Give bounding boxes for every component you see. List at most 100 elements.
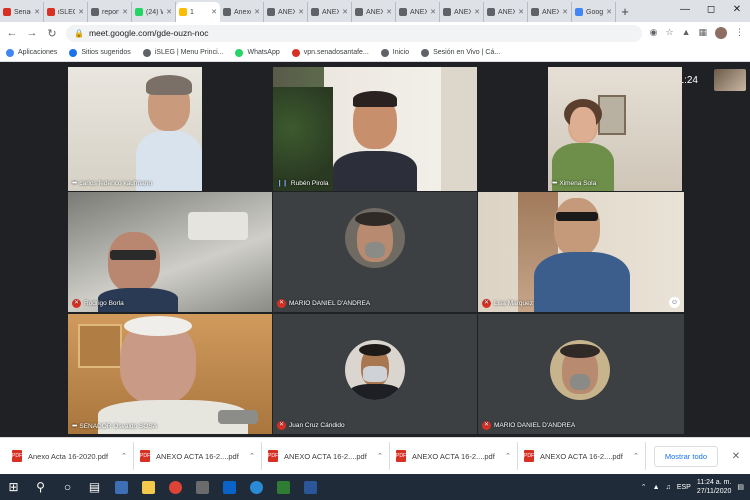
browser-tab[interactable]: ANEXO✕ [264, 2, 308, 22]
taskbar-clock[interactable]: 11:24 a. m. 27/11/2020 [697, 478, 732, 496]
bookmark-item[interactable]: Sesión en Vivo | Cá... [421, 48, 500, 57]
chevron-up-icon[interactable]: ⌃ [505, 452, 511, 460]
browser-tab-strip: Senado✕iSLEG✕report✕(24) W✕1✕Anexo✕ANEXO… [0, 0, 750, 22]
participant-tile[interactable]: ••• SENADOR Osvaldo SOSA [68, 314, 272, 434]
task-view-icon[interactable]: ▤ [81, 474, 108, 500]
browser-tab[interactable]: iSLEG✕ [44, 2, 88, 22]
participant-tile[interactable]: ✕ Lisa Marquez ☺ [478, 192, 684, 312]
tab-close-icon[interactable]: ✕ [211, 8, 217, 16]
self-view-thumbnail[interactable] [714, 69, 746, 91]
tab-close-icon[interactable]: ✕ [518, 8, 524, 16]
bookmark-item[interactable]: vpn.senadosantafe... [291, 48, 369, 57]
chevron-up-icon[interactable]: ⌃ [249, 452, 255, 460]
bookmark-item[interactable]: iSLEG | Menu Princi... [142, 48, 223, 57]
mail-icon[interactable] [216, 474, 243, 500]
browser-tab[interactable]: ANEXO✕ [484, 2, 528, 22]
download-item[interactable]: PDF Anexo Acta 16-2020.pdf ⌃ [6, 442, 134, 470]
show-all-downloads-button[interactable]: Mostrar todo [653, 445, 718, 467]
word-icon[interactable] [297, 474, 324, 500]
participant-tile[interactable]: ✕ Rodrigo Borla [68, 192, 272, 312]
pin-icon[interactable]: ☺ [669, 297, 680, 308]
participant-tile[interactable]: ••• Ximena Sola [548, 67, 682, 191]
reload-icon[interactable]: ↻ [46, 27, 58, 40]
bookmark-star-icon[interactable]: ☆ [665, 27, 673, 39]
participant-tile[interactable]: ✕ Juan Cruz Cándido [273, 314, 477, 434]
volume-icon[interactable]: ♫ [666, 484, 671, 491]
windows-start-icon[interactable]: ⊞ [0, 474, 27, 500]
camera-icon[interactable]: ◉ [650, 27, 658, 39]
tab-close-icon[interactable]: ✕ [34, 8, 40, 16]
tab-label: ANEXO [322, 8, 339, 16]
bookmark-item[interactable]: Inicio [380, 48, 409, 57]
notifications-icon[interactable]: ▤ [737, 483, 744, 491]
maximize-icon[interactable]: ◻ [698, 0, 724, 22]
minimize-icon[interactable]: — [672, 0, 698, 22]
profile-avatar[interactable] [715, 27, 727, 39]
tab-favicon-icon [3, 8, 11, 16]
browser-tab[interactable]: Anexo✕ [220, 2, 264, 22]
bookmark-item[interactable]: Sitios sugeridos [69, 48, 131, 57]
download-item[interactable]: PDF ANEXO ACTA 16-2....pdf ⌃ [390, 442, 518, 470]
tab-close-icon[interactable]: ✕ [122, 8, 128, 16]
extension-icon[interactable]: ▲ [682, 27, 691, 39]
tab-close-icon[interactable]: ✕ [254, 8, 260, 16]
chrome-icon[interactable] [162, 474, 189, 500]
calculator-icon[interactable] [189, 474, 216, 500]
store-icon[interactable] [108, 474, 135, 500]
muted-mic-icon: ✕ [482, 421, 491, 430]
back-icon[interactable]: ← [6, 27, 18, 39]
edge-icon[interactable] [243, 474, 270, 500]
tab-close-icon[interactable]: ✕ [166, 8, 172, 16]
chevron-up-icon[interactable]: ⌃ [377, 452, 383, 460]
address-bar[interactable]: 🔒 meet.google.com/gde-ouzn-noc [66, 24, 642, 42]
browser-tab[interactable]: ANEXO✕ [352, 2, 396, 22]
more-options-icon[interactable]: ••• [72, 180, 77, 187]
browser-tab[interactable]: Senado✕ [0, 2, 44, 22]
download-item[interactable]: PDF ANEXO ACTA 16-2....pdf ⌃ [262, 442, 390, 470]
tab-close-icon[interactable]: ✕ [298, 8, 304, 16]
browser-tab[interactable]: ANEXO✕ [308, 2, 352, 22]
puzzle-icon[interactable]: ▦ [698, 27, 707, 39]
download-item[interactable]: PDF ANEXO ACTA 16-2....pdf ⌃ [134, 442, 262, 470]
chevron-up-icon[interactable]: ⌃ [121, 452, 127, 460]
new-tab-button[interactable]: + [616, 2, 634, 22]
chevron-up-icon[interactable]: ⌃ [633, 452, 639, 460]
chevron-up-icon[interactable]: ⌃ [641, 483, 647, 491]
close-icon[interactable]: ✕ [728, 451, 744, 462]
participant-tile[interactable]: ••• carlos federico kaufmann [68, 67, 202, 191]
participant-avatar [345, 208, 405, 268]
language-indicator[interactable]: ESP [677, 484, 691, 491]
bookmark-favicon-icon [291, 48, 300, 57]
file-explorer-icon[interactable] [135, 474, 162, 500]
more-options-icon[interactable]: ••• [552, 180, 557, 187]
browser-tab[interactable]: ANEXO✕ [528, 2, 572, 22]
tab-close-icon[interactable]: ✕ [606, 8, 612, 16]
cortana-icon[interactable]: ○ [54, 474, 81, 500]
tab-close-icon[interactable]: ✕ [562, 8, 568, 16]
bookmark-item[interactable]: WhatsApp [235, 48, 280, 57]
app-icon[interactable] [270, 474, 297, 500]
browser-tab[interactable]: ANEXO✕ [440, 2, 484, 22]
more-options-icon[interactable]: ••• [72, 423, 77, 430]
tab-close-icon[interactable]: ✕ [386, 8, 392, 16]
download-item[interactable]: PDF ANEXO ACTA 16-2....pdf ⌃ [518, 442, 646, 470]
close-window-icon[interactable]: ✕ [724, 0, 750, 22]
participant-tile[interactable]: ✕ MARIO DANIEL D'ANDREA [478, 314, 684, 434]
forward-icon[interactable]: → [26, 27, 38, 39]
browser-tab[interactable]: 1 ✕ [176, 2, 220, 22]
browser-tab[interactable]: (24) W✕ [132, 2, 176, 22]
browser-tab[interactable]: ANEXO✕ [396, 2, 440, 22]
bookmark-item[interactable]: Aplicaciones [6, 48, 57, 57]
tab-close-icon[interactable]: ✕ [342, 8, 348, 16]
participant-tile[interactable]: ✕ MARIO DANIEL D'ANDREA [273, 192, 477, 312]
tab-close-icon[interactable]: ✕ [78, 8, 84, 16]
tab-close-icon[interactable]: ✕ [430, 8, 436, 16]
tab-label: report [102, 8, 120, 16]
menu-icon[interactable]: ⋮ [735, 27, 744, 39]
participant-tile-active[interactable]: ❙❙ Rubén Pirola [273, 67, 477, 191]
search-icon[interactable]: ⚲ [27, 474, 54, 500]
browser-tab[interactable]: report ✕ [88, 2, 132, 22]
browser-tab[interactable]: Google✕ [572, 2, 616, 22]
tab-close-icon[interactable]: ✕ [474, 8, 480, 16]
network-icon[interactable]: ▲ [653, 484, 660, 491]
